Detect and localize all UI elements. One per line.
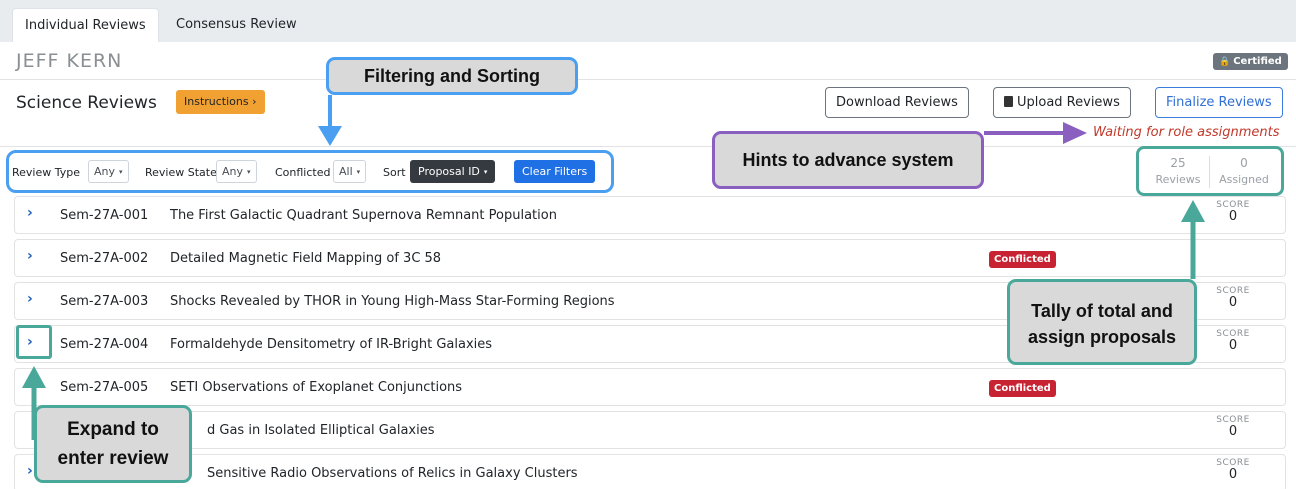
proposal-title: SETI Observations of Exoplanet Conjuncti… <box>170 380 463 395</box>
finalize-reviews-button[interactable]: Finalize Reviews <box>1155 87 1283 118</box>
status-text: Waiting for role assignments <box>1093 125 1280 140</box>
proposal-title: The First Galactic Quadrant Supernova Re… <box>170 208 557 223</box>
score: SCORE 0 <box>1211 458 1255 482</box>
tally-highlight-outline <box>1136 146 1284 196</box>
hint-arrow-head <box>1063 122 1087 144</box>
download-reviews-button[interactable]: Download Reviews <box>825 87 969 118</box>
divider <box>0 79 1296 80</box>
certified-badge: 🔒 Certified <box>1213 53 1288 70</box>
tally-annotation: Tally of total and assign proposals <box>1007 279 1197 365</box>
expand-highlight-outline <box>16 325 52 359</box>
filter-arrow-head <box>318 126 342 146</box>
proposal-row[interactable]: › Sem-27A-001 The First Galactic Quadran… <box>14 196 1286 234</box>
proposal-title: Shocks Revealed by THOR in Young High-Ma… <box>170 294 615 309</box>
expand-annotation-line1: Expand to <box>67 419 159 440</box>
expand-chevron-icon[interactable]: › <box>27 291 33 307</box>
filter-highlight-outline <box>6 150 614 193</box>
proposal-row[interactable]: › Sem-27A-002 Detailed Magnetic Field Ma… <box>14 239 1286 277</box>
conflicted-badge: Conflicted <box>989 251 1056 268</box>
conflicted-badge: Conflicted <box>989 380 1056 397</box>
proposal-id: Sem-27A-005 <box>60 380 149 395</box>
proposal-row[interactable]: Sem-27A-005 SETI Observations of Exoplan… <box>14 368 1286 406</box>
proposal-title: Sensitive Radio Observations of Relics i… <box>207 466 578 481</box>
score: SCORE 0 <box>1211 200 1255 224</box>
tab-consensus-review[interactable]: Consensus Review <box>164 8 309 42</box>
filtering-annotation: Filtering and Sorting <box>326 57 578 95</box>
proposal-id: Sem-27A-001 <box>60 208 149 223</box>
expand-annotation: Expand to enter review <box>34 405 192 483</box>
proposal-title: Formaldehyde Densitometry of IR-Bright G… <box>170 337 493 352</box>
instructions-button[interactable]: Instructions › <box>176 90 265 114</box>
reviewer-name: JEFF KERN <box>16 50 123 72</box>
expand-chevron-icon[interactable]: › <box>27 463 33 479</box>
score: SCORE 0 <box>1211 415 1255 439</box>
score: SCORE 0 <box>1211 329 1255 353</box>
document-icon <box>1004 96 1013 107</box>
proposal-row[interactable]: › Sensitive Radio Observations of Relics… <box>14 454 1286 489</box>
proposal-id: Sem-27A-002 <box>60 251 149 266</box>
proposal-id: Sem-27A-004 <box>60 337 149 352</box>
score-value: 0 <box>1228 295 1238 310</box>
tab-bar: Individual Reviews Consensus Review <box>0 0 1296 42</box>
expand-chevron-icon[interactable]: › <box>27 248 33 264</box>
certified-label: Certified <box>1233 56 1282 67</box>
lock-icon: 🔒 <box>1219 57 1231 67</box>
section-title: Science Reviews <box>16 93 157 113</box>
hints-annotation: Hints to advance system <box>712 131 984 189</box>
score-value: 0 <box>1228 467 1238 482</box>
tally-annotation-line1: Tally of total and <box>1031 301 1173 321</box>
score-value: 0 <box>1228 338 1238 353</box>
expand-annotation-line2: enter review <box>57 448 169 469</box>
score: SCORE 0 <box>1211 286 1255 310</box>
expand-chevron-icon[interactable]: › <box>27 205 33 221</box>
tab-individual-reviews[interactable]: Individual Reviews <box>12 8 159 42</box>
divider <box>0 146 1296 147</box>
upload-reviews-label: Upload Reviews <box>1017 95 1120 110</box>
score-value: 0 <box>1228 424 1238 439</box>
score-value: 0 <box>1228 209 1238 224</box>
tally-annotation-line2: assign proposals <box>1027 327 1177 347</box>
proposal-title: d Gas in Isolated Elliptical Galaxies <box>207 423 435 438</box>
upload-reviews-button[interactable]: Upload Reviews <box>993 87 1131 118</box>
proposal-id: Sem-27A-003 <box>60 294 149 309</box>
proposal-title: Detailed Magnetic Field Mapping of 3C 58 <box>170 251 442 266</box>
proposal-row[interactable]: d Gas in Isolated Elliptical Galaxies SC… <box>14 411 1286 449</box>
